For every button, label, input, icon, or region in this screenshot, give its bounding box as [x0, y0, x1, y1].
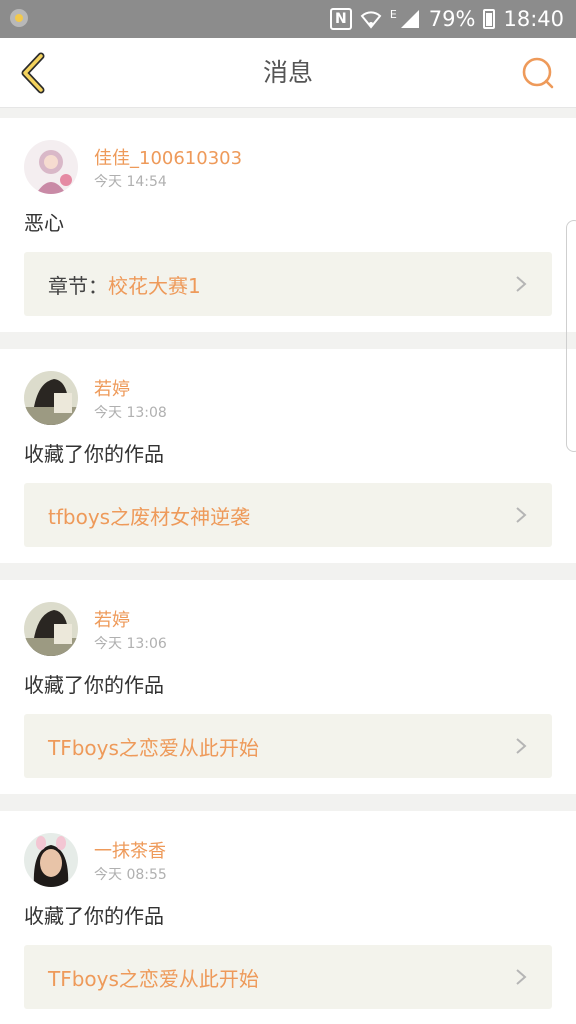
- network-type: E: [389, 8, 397, 21]
- message-text: 收藏了你的作品: [24, 442, 164, 466]
- message-header: 若婷 今天 13:06: [24, 602, 552, 658]
- avatar[interactable]: [24, 833, 78, 887]
- chapter-prefix: 章节：: [48, 273, 108, 298]
- avatar[interactable]: [24, 140, 78, 194]
- work-title: TFboys之恋爱从此开始: [48, 735, 259, 760]
- chevron-right-icon: [516, 969, 527, 985]
- avatar-image: [24, 140, 78, 194]
- battery-icon: [483, 9, 496, 29]
- username[interactable]: 一抹茶香: [94, 837, 166, 863]
- avatar-image: [24, 833, 78, 887]
- edge-panel-handle[interactable]: [566, 220, 576, 452]
- username[interactable]: 佳佳_100610303: [94, 144, 242, 170]
- avatar-image: [24, 602, 78, 656]
- avatar-image: [24, 371, 78, 425]
- search-button[interactable]: [518, 54, 558, 94]
- timestamp: 今天 14:54: [94, 174, 167, 190]
- signal-icon: [399, 9, 421, 29]
- message-card: 一抹茶香 今天 08:55 收藏了你的作品 TFboys之恋爱从此开始: [0, 811, 576, 1024]
- message-header: 佳佳_100610303 今天 14:54: [24, 140, 552, 196]
- nfc-icon: N: [329, 8, 352, 30]
- chevron-right-icon: [516, 738, 527, 754]
- username[interactable]: 若婷: [94, 375, 130, 401]
- work-title: 校花大赛1: [108, 273, 201, 298]
- avatar[interactable]: [24, 371, 78, 425]
- timestamp: 今天 13:08: [94, 405, 167, 421]
- message-list: 佳佳_100610303 今天 14:54 恶心 章节： 校花大赛1 若婷 今天: [0, 118, 576, 1024]
- message-header: 若婷 今天 13:08: [24, 371, 552, 427]
- work-link[interactable]: TFboys之恋爱从此开始: [24, 714, 552, 778]
- message-text: 收藏了你的作品: [24, 904, 164, 928]
- clock: 18:40: [503, 7, 564, 31]
- avatar[interactable]: [24, 602, 78, 656]
- chevron-right-icon: [516, 507, 527, 523]
- username[interactable]: 若婷: [94, 606, 130, 632]
- wifi-icon: [360, 9, 382, 29]
- message-card: 若婷 今天 13:06 收藏了你的作品 TFboys之恋爱从此开始: [0, 580, 576, 794]
- message-text: 恶心: [24, 211, 64, 235]
- search-icon: [522, 57, 554, 89]
- timestamp: 今天 13:06: [94, 636, 167, 652]
- work-link[interactable]: tfboys之废材女神逆袭: [24, 483, 552, 547]
- notification-icon: [10, 9, 28, 27]
- status-icons: N E 79% 18:40: [329, 0, 564, 38]
- message-header: 一抹茶香 今天 08:55: [24, 833, 552, 889]
- nav-bar: 消息: [0, 38, 576, 108]
- message-text: 收藏了你的作品: [24, 673, 164, 697]
- work-link[interactable]: TFboys之恋爱从此开始: [24, 945, 552, 1009]
- work-title: tfboys之废材女神逆袭: [48, 504, 251, 529]
- work-title: TFboys之恋爱从此开始: [48, 966, 259, 991]
- timestamp: 今天 08:55: [94, 867, 167, 883]
- message-card: 若婷 今天 13:08 收藏了你的作品 tfboys之废材女神逆袭: [0, 349, 576, 563]
- battery-percent: 79%: [428, 7, 476, 31]
- message-card: 佳佳_100610303 今天 14:54 恶心 章节： 校花大赛1: [0, 118, 576, 332]
- chevron-right-icon: [516, 276, 527, 292]
- chapter-link[interactable]: 章节： 校花大赛1: [24, 252, 552, 316]
- status-bar: N E 79% 18:40: [0, 0, 576, 38]
- page-title: 消息: [262, 58, 313, 87]
